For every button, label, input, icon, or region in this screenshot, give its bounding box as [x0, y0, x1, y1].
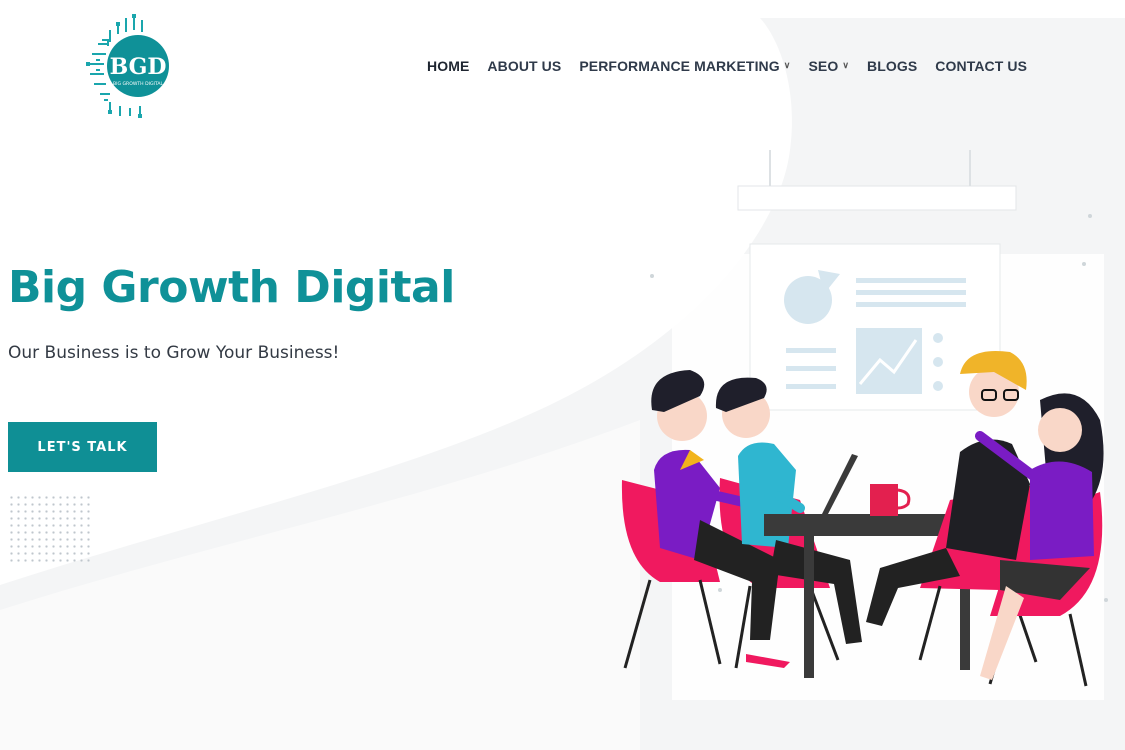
main-nav: HOME ABOUT US PERFORMANCE MARKETING ∨ SE… [427, 56, 1027, 76]
nav-item-label: ABOUT US [487, 58, 562, 74]
ceiling-rail [737, 150, 1017, 211]
hero-subtitle: Our Business is to Grow Your Business! [8, 343, 340, 363]
svg-text:BGD: BGD [110, 54, 167, 80]
team-meeting-illustration [621, 150, 1108, 700]
chevron-down-icon: ∨ [783, 59, 791, 70]
nav-item-about-us[interactable]: ABOUT US [487, 58, 561, 74]
nav-item-label: BLOGS [867, 58, 918, 74]
chevron-down-icon: ∨ [842, 59, 850, 70]
nav-item-label: CONTACT US [935, 58, 1028, 74]
lets-talk-button[interactable]: LET'S TALK [8, 422, 157, 472]
nav-item-contact-us[interactable]: CONTACT US [935, 58, 1027, 74]
presentation-board [749, 243, 1001, 411]
nav-item-home[interactable]: HOME [427, 58, 469, 74]
nav-item-label: HOME [427, 58, 470, 74]
hero-title: Big Growth Digital [8, 262, 455, 313]
dot-pattern-decoration [8, 494, 90, 566]
svg-text:BIG GROWTH DIGITAL: BIG GROWTH DIGITAL [113, 81, 164, 87]
nav-item-label: SEO [808, 58, 839, 74]
nav-item-seo[interactable]: SEO ∨ [808, 58, 849, 74]
nav-item-blogs[interactable]: BLOGS [867, 58, 917, 74]
logo-mark-icon: BGD BIG GROWTH DIGITAL [86, 14, 169, 118]
brand-logo[interactable]: BGD BIG GROWTH DIGITAL [74, 10, 186, 122]
nav-item-label: PERFORMANCE MARKETING [579, 58, 780, 74]
nav-item-performance-marketing[interactable]: PERFORMANCE MARKETING ∨ [579, 58, 790, 74]
